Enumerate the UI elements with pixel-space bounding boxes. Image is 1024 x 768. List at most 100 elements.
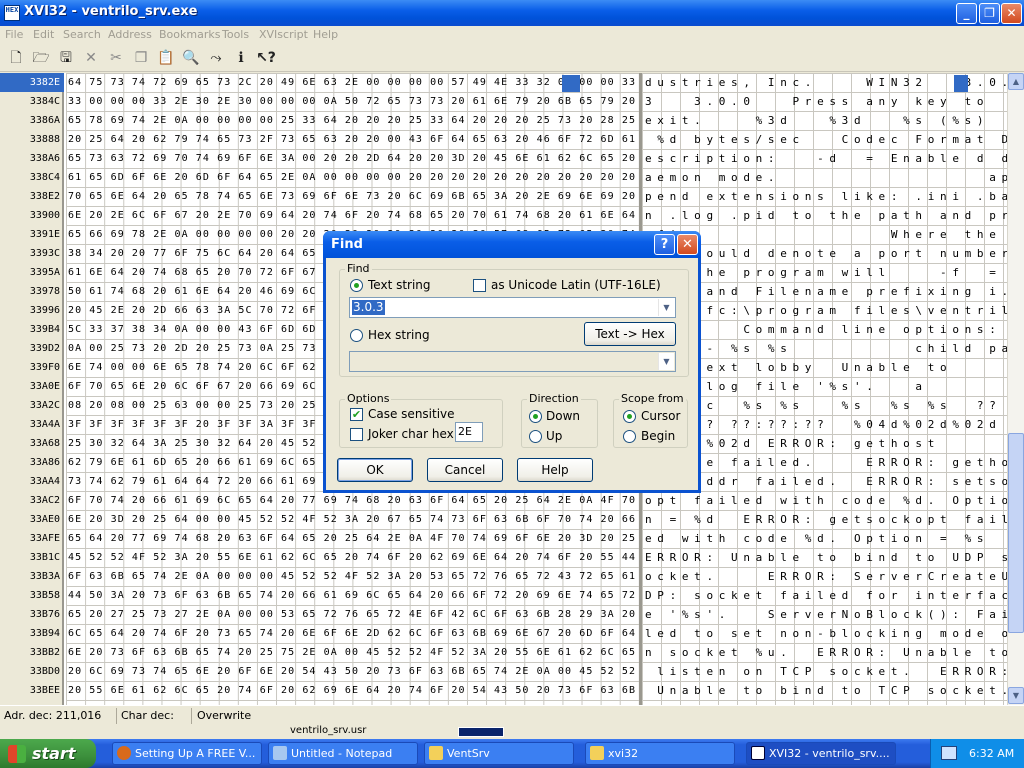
paste-icon[interactable]: 📋: [156, 48, 176, 68]
find-next-icon[interactable]: ⤳: [206, 48, 226, 68]
unicode-checkbox[interactable]: [473, 279, 486, 292]
start-button[interactable]: start: [0, 739, 96, 768]
hex-row[interactable]: 65 78 69 74 2E 0A 00 00 00 00 25 33 64 2…: [68, 111, 639, 130]
scroll-up-icon[interactable]: ▲: [1008, 73, 1024, 90]
clock[interactable]: 6:32 AM: [969, 747, 1014, 760]
hex-row[interactable]: 65 73 63 72 69 70 74 69 6F 6E 3A 00 20 2…: [68, 149, 639, 168]
copy-icon[interactable]: ❐: [131, 48, 151, 68]
cancel-button[interactable]: Cancel: [427, 458, 503, 482]
task-ventsrv[interactable]: VentSrv: [424, 742, 574, 765]
text-row[interactable]: ed with code %d. Option = %s: [645, 529, 1007, 548]
hex-row[interactable]: 20 25 64 20 62 79 74 65 73 2F 73 65 63 2…: [68, 130, 639, 149]
hex-row[interactable]: 6E 20 2E 6C 6F 67 20 2E 70 69 64 20 74 6…: [68, 206, 639, 225]
menu-help[interactable]: Help: [313, 28, 338, 41]
menu-address[interactable]: Address: [108, 28, 152, 41]
text-row[interactable]: n socket %u. ERROR: Unable to: [645, 643, 1007, 662]
hex-row[interactable]: 20 55 6E 61 62 6C 65 20 74 6F 20 62 69 6…: [68, 681, 639, 700]
text-row[interactable]: 3 3.0.0 Press any key to: [645, 92, 1001, 111]
down-radio[interactable]: [529, 410, 542, 423]
text-row[interactable]: pend extensions like: .ini .ba: [645, 187, 1007, 206]
text-string-label[interactable]: Text string: [368, 278, 431, 292]
task-notepad[interactable]: Untitled - Notepad: [268, 742, 418, 765]
text-row[interactable]: ERROR: Unable to bind to UDP s: [645, 548, 1007, 567]
hex-row[interactable]: 65 20 27 25 73 27 2E 0A 00 00 53 65 72 7…: [68, 605, 639, 624]
open-folder-icon[interactable]: 🗁: [31, 48, 51, 68]
hex-string-input[interactable]: ▼: [349, 351, 676, 372]
menu-file[interactable]: File: [5, 28, 23, 41]
scroll-down-icon[interactable]: ▼: [1008, 687, 1024, 704]
case-sensitive-label[interactable]: Case sensitive: [368, 407, 455, 421]
hex-row[interactable]: 65 64 20 77 69 74 68 20 63 6F 64 65 20 2…: [68, 529, 639, 548]
hex-row[interactable]: 20 6C 69 73 74 65 6E 20 6F 6E 20 54 43 5…: [68, 662, 639, 681]
vertical-scrollbar[interactable]: ▲ ▼: [1007, 73, 1024, 705]
save-icon[interactable]: 🖫: [56, 48, 76, 68]
hex-row[interactable]: 61 65 6D 6F 6E 20 6D 6F 64 65 2E 0A 00 0…: [68, 168, 639, 187]
up-label[interactable]: Up: [546, 429, 562, 443]
new-file-icon[interactable]: 🗋: [6, 48, 26, 68]
begin-label[interactable]: Begin: [641, 429, 675, 443]
dialog-title-bar[interactable]: Find ? ✕: [323, 231, 701, 258]
text-row[interactable]: n = %d ERROR: getsockopt fail: [645, 510, 1007, 529]
close-button[interactable]: ✕: [1001, 3, 1022, 24]
network-icon[interactable]: [941, 746, 957, 760]
hex-row[interactable]: 64 75 73 74 72 69 65 73 2C 20 49 6E 63 2…: [68, 73, 639, 92]
begin-radio[interactable]: [623, 430, 636, 443]
task-xvi32-editor[interactable]: XVI32 - ventrilo_srv....: [746, 742, 896, 765]
ok-button[interactable]: OK: [337, 458, 413, 482]
joker-char-input[interactable]: 2E: [455, 422, 483, 442]
text-row[interactable]: Unable to bind to TCP socket.: [645, 681, 1007, 700]
find-icon[interactable]: 🔍: [181, 48, 201, 68]
dialog-help-icon[interactable]: ?: [654, 234, 675, 255]
cursor-radio[interactable]: [623, 410, 636, 423]
case-sensitive-checkbox[interactable]: ✔: [350, 408, 363, 421]
menu-search[interactable]: Search: [63, 28, 101, 41]
task-xvi32-folder[interactable]: xvi32: [585, 742, 735, 765]
cut-icon[interactable]: ✂: [106, 48, 126, 68]
hex-row[interactable]: 70 65 6E 64 20 65 78 74 65 6E 73 69 6F 6…: [68, 187, 639, 206]
chevron-down-icon[interactable]: ▼: [658, 353, 674, 370]
up-radio[interactable]: [529, 430, 542, 443]
text-row[interactable]: ocket. ERROR: ServerCreateU: [645, 567, 1007, 586]
cursor-label[interactable]: Cursor: [641, 409, 680, 423]
hex-row[interactable]: 6E 20 73 6F 63 6B 65 74 20 25 75 2E 0A 0…: [68, 643, 639, 662]
hex-row[interactable]: 6C 65 64 20 74 6F 20 73 65 74 20 6E 6F 6…: [68, 624, 639, 643]
hex-row[interactable]: 33 00 00 00 33 2E 30 2E 30 00 00 00 0A 5…: [68, 92, 639, 111]
hex-string-radio[interactable]: [350, 329, 363, 342]
maximize-button[interactable]: ❐: [979, 3, 1000, 24]
context-help-icon[interactable]: ↖?: [256, 48, 276, 68]
text-row[interactable]: dustries, Inc. WIN32 3.0.: [645, 73, 1007, 92]
text-row[interactable]: listen on TCP socket. ERROR:: [645, 662, 1007, 681]
info-icon[interactable]: ℹ: [231, 48, 251, 68]
hex-string-label[interactable]: Hex string: [368, 328, 430, 342]
menu-edit[interactable]: Edit: [33, 28, 54, 41]
hex-row[interactable]: 6F 70 74 20 66 61 69 6C 65 64 20 77 69 7…: [68, 491, 639, 510]
menu-tools[interactable]: Tools: [222, 28, 249, 41]
dialog-close-icon[interactable]: ✕: [677, 234, 698, 255]
text-to-hex-button[interactable]: Text -> Hex: [584, 322, 676, 346]
hex-row[interactable]: 6F 63 6B 65 74 2E 0A 00 00 00 45 52 52 4…: [68, 567, 639, 586]
unicode-label[interactable]: as Unicode Latin (UTF-16LE): [491, 278, 661, 292]
hex-row[interactable]: 44 50 3A 20 73 6F 63 6B 65 74 20 66 61 6…: [68, 586, 639, 605]
scroll-thumb[interactable]: [1008, 433, 1024, 633]
text-row[interactable]: DP: socket failed for interfac: [645, 586, 1007, 605]
menu-bookmarks[interactable]: Bookmarks: [159, 28, 220, 41]
menu-xviscript[interactable]: XVIscript: [259, 28, 308, 41]
text-row[interactable]: escription: -d = Enable d d: [645, 149, 1007, 168]
text-row[interactable]: exit. %3d %3d %s (%s): [645, 111, 1001, 130]
title-bar[interactable]: HEX XVI32 - ventrilo_srv.exe _ ❐ ✕: [0, 0, 1024, 26]
joker-char-label[interactable]: Joker char hex:: [368, 427, 458, 441]
search-text-input[interactable]: 3.0.3 ▼: [349, 297, 676, 318]
text-row[interactable]: n .log .pid to the path and pr: [645, 206, 1007, 225]
hex-row[interactable]: 6E 20 3D 20 25 64 00 00 45 52 52 4F 52 3…: [68, 510, 639, 529]
text-row[interactable]: %d bytes/sec Codec Format D: [645, 130, 1007, 149]
text-row[interactable]: led to set non-blocking mode o: [645, 624, 1007, 643]
hex-row[interactable]: 45 52 52 4F 52 3A 20 55 6E 61 62 6C 65 2…: [68, 548, 639, 567]
joker-char-checkbox[interactable]: [350, 428, 363, 441]
text-row[interactable]: aemon mode. ap: [645, 168, 1007, 187]
help-button[interactable]: Help: [517, 458, 593, 482]
delete-icon[interactable]: ✕: [81, 48, 101, 68]
chevron-down-icon[interactable]: ▼: [658, 299, 674, 316]
down-label[interactable]: Down: [546, 409, 580, 423]
text-string-radio[interactable]: [350, 279, 363, 292]
text-row[interactable]: opt failed with code %d. Optio: [645, 491, 1007, 510]
